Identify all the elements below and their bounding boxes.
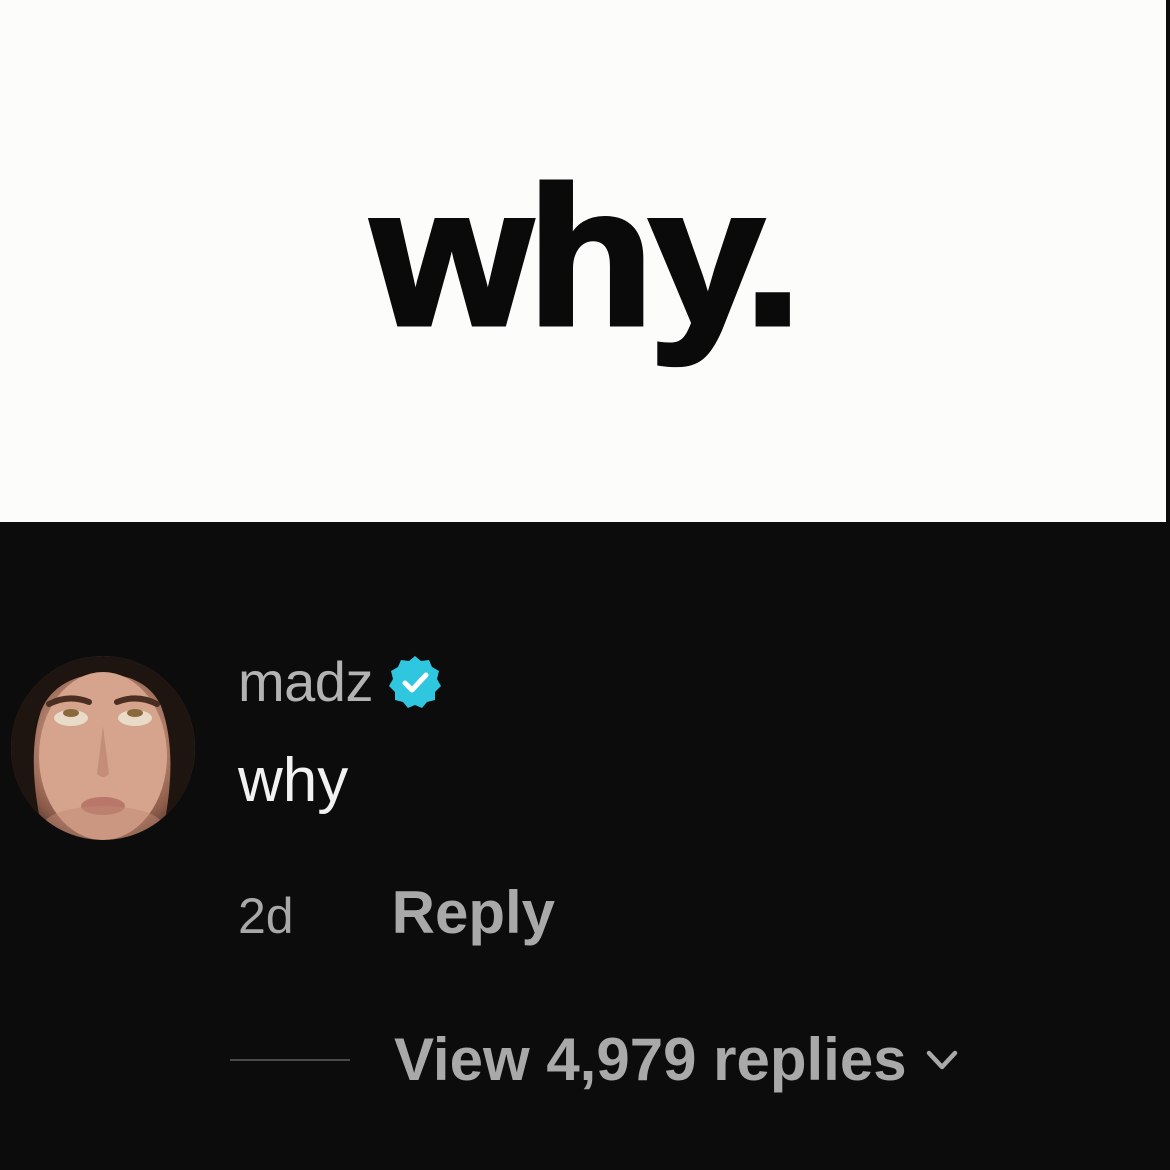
- username-row: madz: [238, 650, 443, 714]
- username[interactable]: madz: [238, 654, 373, 710]
- view-replies-label: View 4,979 replies: [394, 1026, 907, 1093]
- comment-text: why: [238, 746, 349, 815]
- frame-edge: [1166, 0, 1170, 1170]
- replies-divider: [230, 1059, 350, 1061]
- chevron-down-icon: [923, 1041, 961, 1079]
- avatar-photo: [11, 656, 195, 840]
- comment-meta: 2d Reply: [238, 878, 555, 947]
- comment: madz why 2d Reply View 4,979 replies: [0, 522, 1166, 1170]
- reply-button[interactable]: Reply: [392, 878, 555, 947]
- video-banner: why.: [0, 0, 1166, 522]
- page: why. madz why 2d Reply View 4,979 replie…: [0, 0, 1170, 1170]
- verified-badge-icon: [387, 654, 443, 710]
- avatar[interactable]: [11, 656, 195, 840]
- view-replies-button[interactable]: View 4,979 replies: [230, 1030, 961, 1090]
- banner-text: why.: [370, 147, 805, 366]
- comment-time: 2d: [238, 888, 294, 944]
